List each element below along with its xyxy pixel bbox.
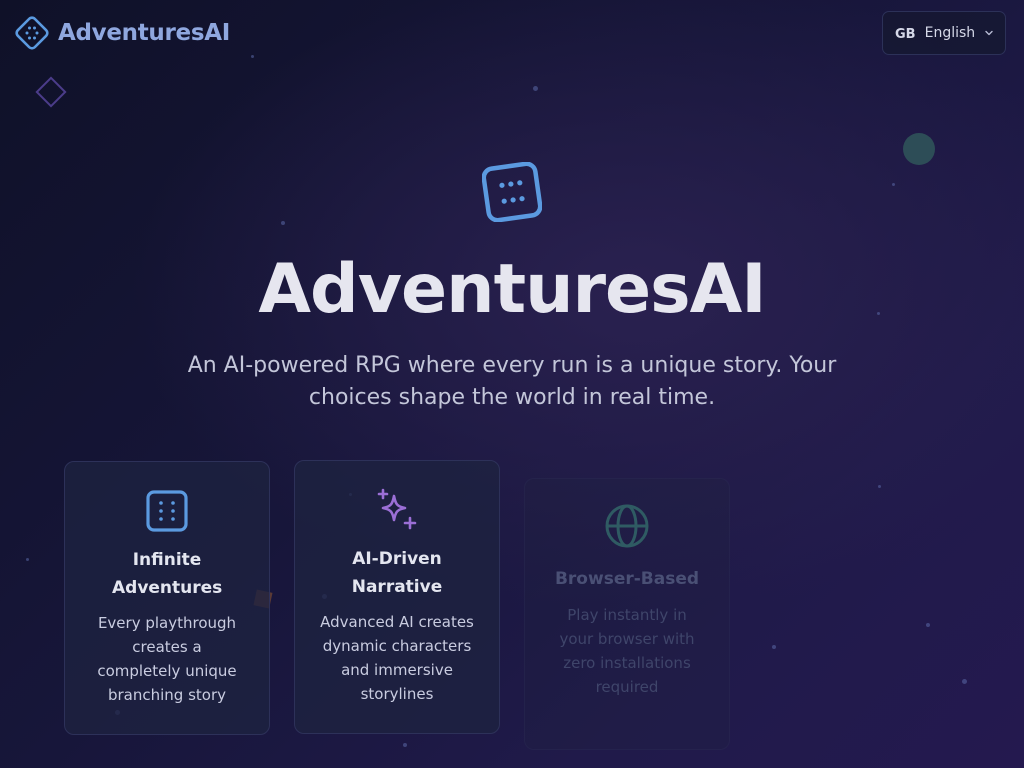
star <box>281 221 285 225</box>
feature-card-browser-based[interactable]: Browser-Based Play instantly in your bro… <box>524 478 730 750</box>
star <box>403 743 407 747</box>
feature-title: Infinite Adventures <box>112 550 223 598</box>
globe-icon <box>605 504 649 548</box>
feature-description: Advanced AI creates dynamic characters a… <box>320 613 474 703</box>
star <box>772 645 776 649</box>
hero-subtitle: An AI-powered RPG where every run is a u… <box>187 353 837 410</box>
decorative-circle <box>903 133 935 165</box>
decorative-diamond <box>35 76 67 108</box>
star <box>926 623 930 627</box>
feature-title: AI-Driven Narrative <box>351 549 443 597</box>
dice-icon <box>146 490 188 532</box>
dice-icon <box>482 162 542 222</box>
star <box>962 679 967 684</box>
star <box>892 183 895 186</box>
hero-title: AdventuresAI <box>258 250 766 329</box>
star <box>533 86 538 91</box>
feature-card-infinite-adventures[interactable]: Infinite Adventures Every playthrough cr… <box>64 461 270 735</box>
star <box>878 485 881 488</box>
star <box>26 558 29 561</box>
language-name: English <box>924 25 976 41</box>
language-code: GB <box>895 26 916 42</box>
sparkles-icon <box>377 488 417 530</box>
brand-name: AdventuresAI <box>58 20 230 46</box>
language-selector[interactable]: GB English <box>882 11 1006 55</box>
feature-title: Browser-Based <box>554 569 700 589</box>
star <box>251 55 254 58</box>
brand-logo[interactable]: AdventuresAI <box>14 15 230 51</box>
feature-description: Play instantly in your browser with zero… <box>559 606 695 696</box>
chevron-down-icon <box>985 30 993 36</box>
feature-description: Every playthrough creates a completely u… <box>97 614 237 704</box>
dice-icon <box>15 16 49 50</box>
feature-card-ai-driven-narrative[interactable]: AI-Driven Narrative Advanced AI creates … <box>294 460 500 734</box>
